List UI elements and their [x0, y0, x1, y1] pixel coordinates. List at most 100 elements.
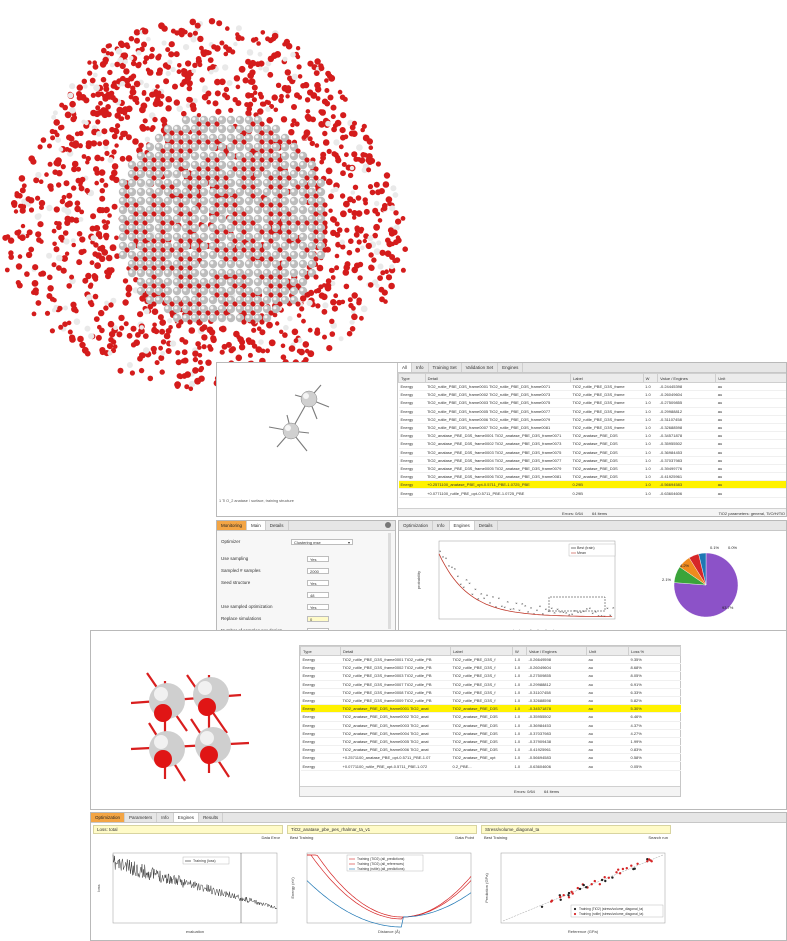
- table-row[interactable]: Energy TiO2_anatase_PBE_D3S_frame0005 TiO…: [300, 737, 681, 747]
- mid-table-area: All Info Training Set Validation Set Engines…: [397, 363, 786, 516]
- legend-entry: Training (rutile) (all_predictions): [357, 867, 405, 871]
- mid-molecule-viewer[interactable]: 1 Ti O_2 anatase / surface, training str…: [217, 363, 395, 509]
- table-row[interactable]: Energy +0.2571100_anatase_PBE_opt-0.5711_…: [300, 753, 681, 763]
- table-cell: +0.0771100_rutile_PBE_opt-0.5711_PBE-1.0…: [425, 488, 571, 498]
- titanium-atom: [181, 115, 191, 125]
- col-header[interactable]: Detail: [424, 373, 571, 383]
- water-atom: [347, 208, 353, 214]
- titanium-atom: [280, 142, 290, 152]
- stress-point: [540, 905, 544, 908]
- settings-field-input[interactable]: 2000: [307, 567, 329, 574]
- settings-field-input[interactable]: 48: [307, 591, 329, 598]
- mid-tab-1[interactable]: Info: [412, 363, 429, 372]
- graph2-data-point[interactable]: Data Point: [455, 835, 474, 840]
- mid-tab-2[interactable]: Training Set: [429, 363, 462, 372]
- settings-tab-1[interactable]: Main: [247, 521, 266, 530]
- table-cell: Energy: [300, 761, 341, 771]
- table-row[interactable]: Energy TiO2_rutile_PBE_D3S_frame0002 TiO2…: [300, 663, 681, 673]
- col-header[interactable]: Value / Engines: [657, 373, 717, 383]
- table-row[interactable]: Energy TiO2_anatase_PBE_D3S_frame0002 TiO…: [398, 439, 786, 449]
- table-row[interactable]: Energy TiO2_anatase_PBE_D3S_frame0003 TiO…: [300, 721, 681, 730]
- titanium-highlight: [246, 234, 250, 238]
- table-row[interactable]: Energy TiO2_anatase_PBE_D3S_frame0001 TiO…: [300, 704, 681, 714]
- table-row[interactable]: Energy TiO2_rutile_PBE_D3S_frame0003 TiO2…: [300, 671, 681, 681]
- col-header[interactable]: Label: [569, 373, 644, 383]
- table-row[interactable]: Energy TiO2_anatase_PBE_D3S_frame0006 TiO…: [300, 745, 681, 755]
- table-row[interactable]: Energy TiO2_rutile_PBE_D3S_frame0001 TiO2…: [300, 655, 681, 665]
- bottom-tab-0[interactable]: Optimization: [91, 813, 126, 822]
- titanium-atom: [280, 259, 290, 269]
- col-header[interactable]: Type: [398, 373, 426, 383]
- col-header[interactable]: Value / Engines: [526, 646, 587, 656]
- water-atom: [85, 140, 93, 147]
- table-row[interactable]: Energy TiO2_rutile_PBE_D3S_frame0006 TiO2…: [398, 415, 786, 424]
- bottom-tab-1[interactable]: Parameters: [125, 813, 158, 822]
- water-atom: [351, 292, 358, 299]
- rutile-cell-viewer[interactable]: [91, 631, 297, 806]
- settings-scrollbar[interactable]: [388, 533, 391, 629]
- settings-field-input[interactable]: Yes: [307, 555, 329, 562]
- graph-mid-tab-2[interactable]: Engines: [449, 521, 475, 530]
- table-row[interactable]: Energy TiO2_rutile_PBE_D3S_frame0002 TiO2…: [398, 390, 786, 400]
- legend-swatch: [573, 907, 577, 911]
- water-atom: [264, 99, 269, 105]
- table-row[interactable]: Energy TiO2_anatase_PBE_D3S_frame0002 TiO…: [300, 712, 681, 722]
- table-row[interactable]: Energy TiO2_anatase_PBE_D3S_frame0001 TiO…: [398, 431, 786, 441]
- settings-gear-icon[interactable]: [385, 522, 391, 528]
- table-row[interactable]: Energy TiO2_anatase_PBE_D3S_frame0005 TiO…: [398, 464, 786, 474]
- titanium-highlight: [183, 153, 187, 157]
- table-row[interactable]: Energy +0.2571100_anatase_PBE_opt-0.5711_…: [398, 480, 786, 490]
- graph3-best-training[interactable]: Best Training: [484, 835, 507, 840]
- col-header[interactable]: W: [642, 373, 659, 383]
- table-row[interactable]: Energy TiO2_rutile_PBE_D3S_frame0008 TiO2…: [300, 688, 681, 697]
- optimizer-select[interactable]: Clustering mse ▾: [291, 538, 353, 545]
- titanium-highlight: [318, 243, 322, 247]
- water-atom: [291, 118, 297, 124]
- table-row[interactable]: Energy TiO2_rutile_PBE_D3S_frame0003 TiO2…: [398, 398, 786, 408]
- water-atom: [84, 120, 89, 126]
- table-row[interactable]: Energy TiO2_rutile_PBE_D3S_frame0007 TiO2…: [300, 680, 681, 689]
- settings-field-input[interactable]: Yes: [307, 579, 329, 586]
- water-atom: [142, 28, 149, 35]
- col-header[interactable]: Unit: [586, 646, 629, 656]
- table-cell: au: [715, 407, 786, 416]
- graph3-search-run[interactable]: Search run: [648, 835, 668, 840]
- bottom-tab-2[interactable]: Info: [157, 813, 174, 822]
- col-header[interactable]: Detail: [340, 646, 451, 656]
- graph-mid-tab-1[interactable]: Info: [433, 521, 450, 530]
- bottom-tab-3[interactable]: Engines: [173, 813, 200, 822]
- mid-tab-3[interactable]: Validation Set: [462, 363, 499, 372]
- settings-tab-2[interactable]: Details: [266, 521, 289, 530]
- table-row[interactable]: Energy +0.0771100_rutile_PBE_opt-0.5711_P…: [300, 761, 681, 771]
- graph-mid-tab-0[interactable]: Optimization: [399, 521, 434, 530]
- col-header[interactable]: Loss %: [628, 646, 681, 656]
- settings-tab-0[interactable]: Monitoring: [217, 521, 248, 530]
- water-atom: [37, 144, 43, 150]
- table-row[interactable]: Energy TiO2_rutile_PBE_D3S_frame0001 TiO2…: [398, 382, 786, 392]
- titanium-atom: [226, 178, 236, 188]
- mid-tab-0[interactable]: All: [398, 363, 413, 372]
- graph2-best-training[interactable]: Best Training: [290, 835, 313, 840]
- table-row[interactable]: Energy TiO2_rutile_PBE_D3S_frame0005 TiO2…: [398, 407, 786, 416]
- table-row[interactable]: Energy TiO2_rutile_PBE_D3S_frame0009 TiO2…: [300, 696, 681, 706]
- water-atom: [330, 104, 337, 111]
- settings-field-input[interactable]: Yes: [307, 603, 329, 610]
- col-header[interactable]: Label: [450, 646, 513, 656]
- col-header[interactable]: Unit: [715, 373, 786, 383]
- graph1-data-error[interactable]: Data Error: [262, 835, 280, 840]
- settings-field-input[interactable]: 0: [307, 615, 329, 622]
- col-header[interactable]: W: [512, 646, 527, 656]
- titanium-highlight: [264, 135, 268, 139]
- graph-mid-tab-3[interactable]: Details: [475, 521, 498, 530]
- table-row[interactable]: Energy TiO2_anatase_PBE_D3S_frame0003 TiO…: [398, 448, 786, 457]
- mid-tab-4[interactable]: Engines: [498, 363, 524, 372]
- table-row[interactable]: Energy +0.0771100_rutile_PBE_opt-0.5711_P…: [398, 488, 786, 498]
- table-row[interactable]: Energy TiO2_anatase_PBE_D3S_frame0004 TiO…: [300, 729, 681, 738]
- bottom-tab-4[interactable]: Results: [199, 813, 224, 822]
- table-row[interactable]: Energy TiO2_rutile_PBE_D3S_frame0007 TiO2…: [398, 423, 786, 433]
- titanium-highlight: [255, 243, 259, 247]
- col-header[interactable]: Type: [300, 646, 341, 656]
- table-row[interactable]: Energy TiO2_anatase_PBE_D3S_frame0006 TiO…: [398, 472, 786, 482]
- water-atom: [197, 359, 203, 365]
- table-row[interactable]: Energy TiO2_anatase_PBE_D3S_frame0004 TiO…: [398, 456, 786, 465]
